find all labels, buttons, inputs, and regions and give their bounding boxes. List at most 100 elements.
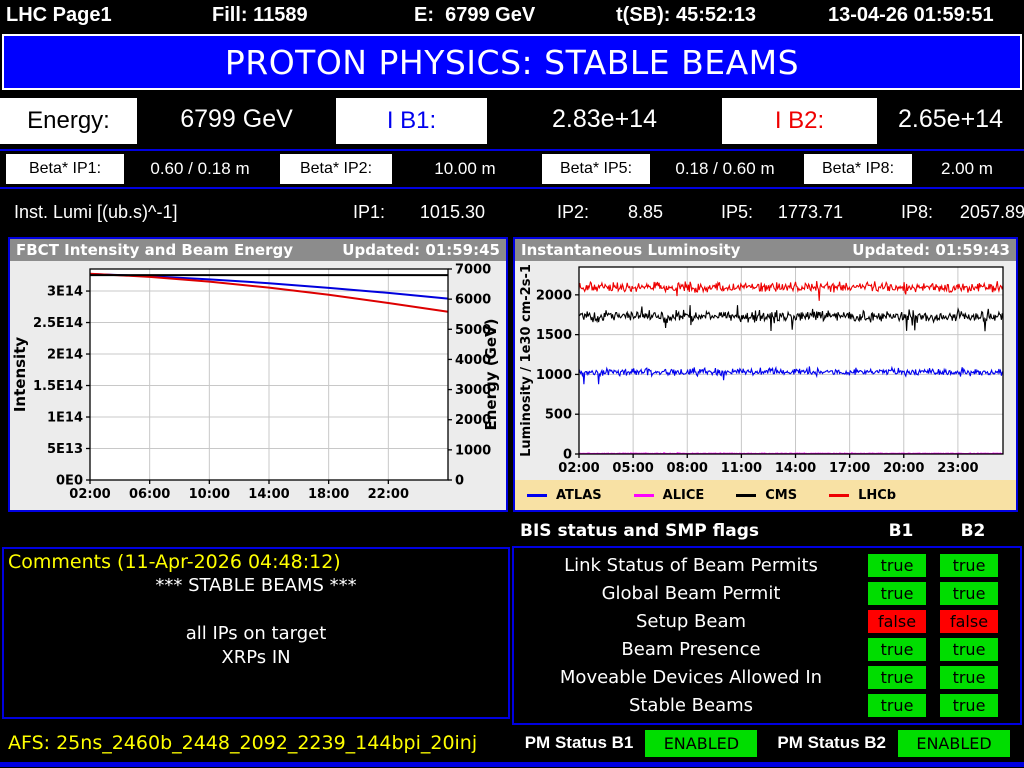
svg-text:22:00: 22:00: [368, 487, 409, 502]
pm-status-b2-label: PM Status B2: [777, 733, 886, 752]
luminosity-chart-plot: 050010001500200002:00 05:00 08:00 11:00 14:0…: [519, 264, 1004, 476]
intensity-chart-updated: Updated: 01:59:45: [342, 241, 500, 259]
bottom-divider: [0, 762, 1024, 767]
legend-label: ALICE: [662, 487, 705, 503]
page-title: PROTON PHYSICS: STABLE BEAMS: [224, 42, 800, 82]
bis-row: Beam Presence true true: [514, 638, 1020, 662]
intensity-b1-label: I B1:: [336, 97, 487, 144]
pm-status-b1-value: ENABLED: [645, 729, 758, 757]
time-in-stable-beams: t(SB): 45:52:13: [616, 4, 757, 26]
lumi-ip5-value: 1773.71: [777, 201, 843, 222]
status-flag-b2: true: [940, 666, 998, 690]
legend-line-swatch: [736, 493, 757, 497]
legend-label: CMS: [765, 487, 798, 503]
intensity-chart-title: FBCT Intensity and Beam Energy: [16, 241, 294, 259]
svg-text:Intensity: Intensity: [11, 337, 29, 413]
legend-item-cms: CMS: [736, 488, 797, 503]
svg-text:10:00: 10:00: [189, 487, 230, 502]
luminosity-legend: ATLAS ALICE CMS LHCb: [515, 480, 1016, 510]
lumi-ip8-name: IP8:: [901, 201, 934, 222]
comments-title: Comments (11-Apr-2026 04:48:12): [8, 551, 341, 573]
intensity-chart-plot: 0E05E131E141.5E142E142.5E143E1402:00 06:0…: [11, 263, 500, 503]
bis-row-label: Link Status of Beam Permits: [564, 554, 818, 576]
svg-text:1500: 1500: [536, 328, 572, 343]
beta-ip2-value: 10.00 m: [434, 159, 496, 178]
beta-ip5-label: Beta* IP5:: [542, 154, 650, 184]
svg-text:14:00: 14:00: [248, 487, 289, 502]
bis-col-b2: B2: [960, 521, 986, 541]
legend-line-swatch: [633, 493, 654, 497]
lumi-ip2-name: IP2:: [557, 201, 590, 222]
status-flag-b2: true: [940, 694, 998, 718]
comment-line: all IPs on target: [185, 623, 327, 644]
svg-text:17:00: 17:00: [829, 461, 870, 476]
svg-text:14:00: 14:00: [775, 461, 816, 476]
bis-title: BIS status and SMP flags: [520, 521, 759, 541]
intensity-chart-panel: FBCT Intensity and Beam Energy Updated: …: [8, 237, 508, 512]
lumi-ip1: IP1: 1015.30: [353, 202, 485, 223]
svg-text:500: 500: [545, 408, 572, 423]
fill-number: Fill: 11589: [212, 4, 308, 26]
status-flag-b2: true: [940, 553, 998, 577]
svg-text:Luminosity / 1e30 cm-2s-1: Luminosity / 1e30 cm-2s-1: [519, 264, 534, 457]
bis-row-label: Global Beam Permit: [601, 582, 781, 604]
bottom-section: BIS status and SMP flags B1 B2 Comments …: [0, 512, 1024, 725]
svg-text:Energy (GeV): Energy (GeV): [482, 318, 500, 430]
svg-text:20:00: 20:00: [883, 461, 924, 476]
luminosity-chart-header: Instantaneous Luminosity Updated: 01:59:…: [515, 239, 1016, 261]
svg-text:23:00: 23:00: [937, 461, 978, 476]
energy-label: Energy:: [0, 97, 137, 144]
beta-star-row: Beta* IP1: 0.60 / 0.18 m Beta* IP2: 10.0…: [0, 149, 1024, 189]
status-flag-b1: true: [868, 638, 926, 662]
bis-row-label: Stable Beams: [628, 695, 754, 717]
beam-energy: E: 6799 GeV: [414, 4, 536, 26]
legend-line-swatch: [527, 493, 547, 497]
pm-status-b1-label: PM Status B1: [524, 733, 634, 752]
svg-text:18:00: 18:00: [308, 487, 349, 502]
svg-text:0: 0: [455, 474, 464, 489]
bis-row: Setup Beam false false: [514, 609, 1020, 633]
svg-text:08:00: 08:00: [667, 461, 708, 476]
bis-row-label: Setup Beam: [635, 610, 747, 632]
svg-text:11:00: 11:00: [721, 461, 762, 476]
bis-row: Global Beam Permit true true: [514, 581, 1020, 605]
legend-item-lhcb: LHCb: [829, 488, 896, 503]
energy-value: 6799 GeV: [180, 104, 293, 133]
status-flag-b2: true: [940, 581, 998, 605]
lumi-ip5: IP5: 1773.71: [721, 202, 843, 223]
lumi-ip8-value: 2057.89: [959, 201, 1024, 222]
energy-intensity-row: Energy: 6799 GeV I B1: 2.83e+14 I B2: 2.…: [0, 93, 1024, 145]
luminosity-chart-title: Instantaneous Luminosity: [521, 241, 741, 259]
status-flag-b1: true: [868, 694, 926, 718]
comment-line: XRPs IN: [221, 647, 291, 668]
legend-line-swatch: [829, 493, 850, 497]
beta-ip8-value: 2.00 m: [941, 159, 993, 178]
svg-text:6000: 6000: [455, 293, 491, 308]
svg-text:2E14: 2E14: [47, 348, 83, 363]
intensity-b2-value: 2.65e+14: [898, 104, 1003, 133]
afs-filling-scheme: AFS: 25ns_2460b_2448_2092_2239_144bpi_20…: [8, 732, 478, 754]
comment-line: [4, 599, 508, 623]
intensity-b2-label: I B2:: [722, 97, 877, 144]
svg-text:5E13: 5E13: [47, 442, 83, 457]
lumi-ip5-name: IP5:: [721, 201, 754, 222]
legend-item-alice: ALICE: [633, 487, 705, 503]
beta-ip1-label: Beta* IP1:: [6, 154, 124, 184]
lumi-ip2-value: 8.85: [627, 201, 663, 222]
bis-flags-panel: Link Status of Beam Permits true true Gl…: [512, 546, 1022, 725]
bis-row: Stable Beams true true: [514, 694, 1020, 718]
lumi-ip1-value: 1015.30: [419, 201, 485, 222]
charts-row: FBCT Intensity and Beam Energy Updated: …: [8, 237, 1024, 512]
bis-row: Link Status of Beam Permits true true: [514, 553, 1020, 577]
bis-row: Moveable Devices Allowed In true true: [514, 666, 1020, 690]
svg-text:1000: 1000: [455, 443, 491, 458]
bis-header: BIS status and SMP flags B1 B2: [512, 518, 1024, 544]
legend-item-atlas: ATLAS: [527, 488, 602, 503]
luminosity-chart-updated: Updated: 01:59:43: [852, 241, 1010, 259]
beta-ip1-value: 0.60 / 0.18 m: [150, 159, 250, 178]
afs-bar: AFS: 25ns_2460b_2448_2092_2239_144bpi_20…: [0, 727, 1024, 759]
intensity-chart-header: FBCT Intensity and Beam Energy Updated: …: [10, 239, 506, 261]
svg-text:05:00: 05:00: [612, 461, 653, 476]
svg-text:3E14: 3E14: [47, 285, 83, 300]
lumi-ip8: IP8: 2057.89: [901, 202, 1024, 223]
